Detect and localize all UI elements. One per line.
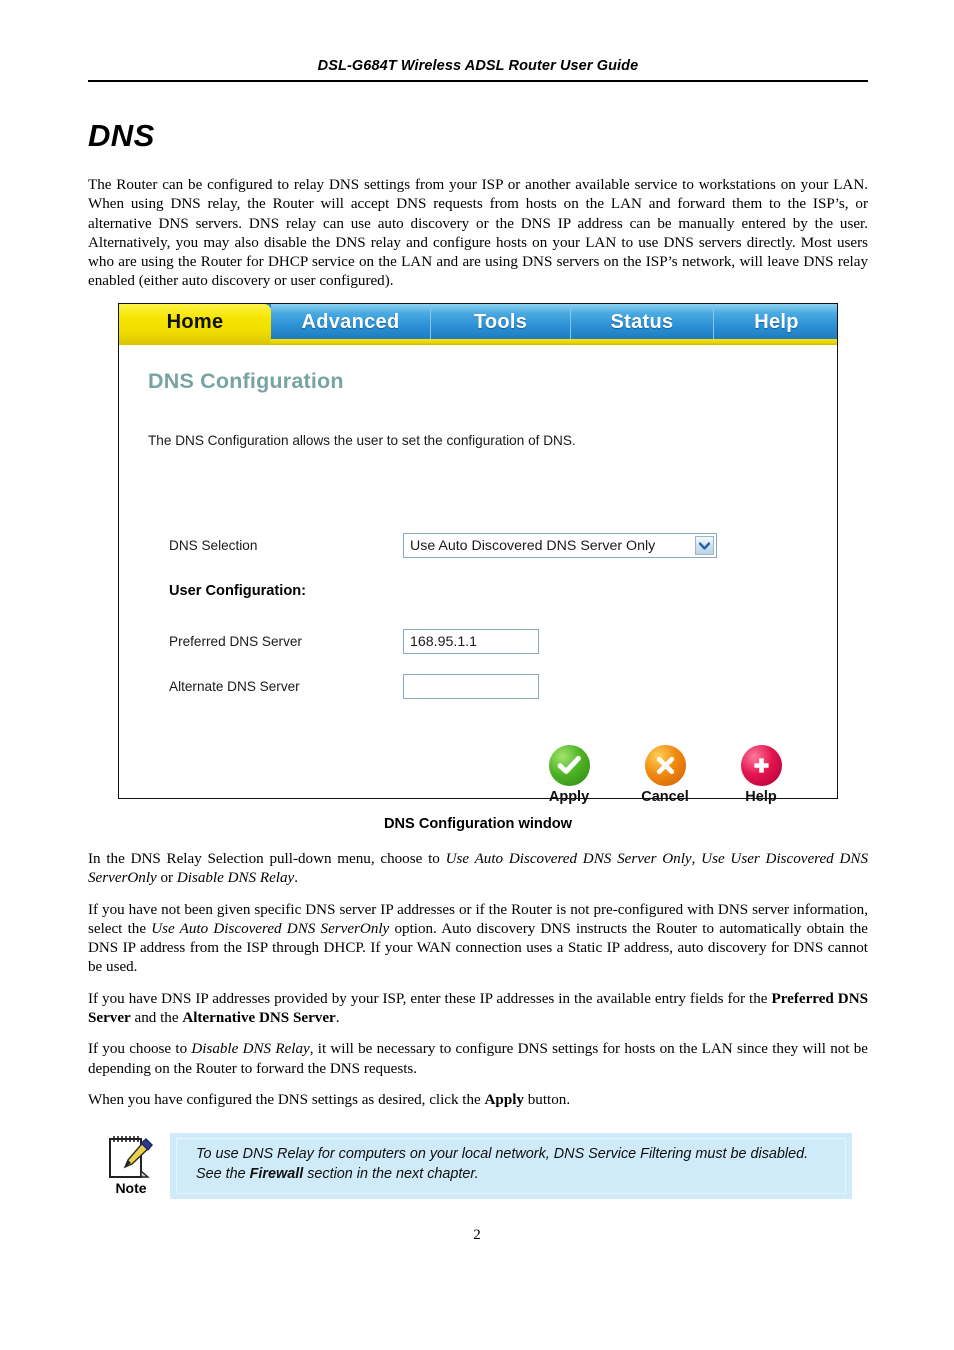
x-circle-icon bbox=[644, 745, 686, 786]
figure-caption: DNS Configuration window bbox=[383, 816, 573, 832]
p5-text-a: If you choose to bbox=[88, 1041, 192, 1058]
p6-bold: Apply bbox=[484, 1091, 524, 1108]
note-text: To use DNS Relay for computers on your l… bbox=[196, 1144, 834, 1184]
note-box: To use DNS Relay for computers on your l… bbox=[170, 1133, 852, 1199]
user-configuration-label: User Configuration: bbox=[169, 583, 307, 599]
tab-status-label: Status bbox=[610, 310, 674, 333]
p4-text-c: . bbox=[335, 1010, 340, 1027]
dns-selection-value: Use Auto Discovered DNS Server Only bbox=[410, 537, 656, 554]
tab-home-label: Home bbox=[166, 311, 224, 333]
p2-text-d: . bbox=[294, 870, 299, 887]
alternate-dns-row: Alternate DNS Server bbox=[169, 674, 539, 699]
p2-option-3: Disable DNS Relay bbox=[176, 870, 295, 887]
p3-option: Use Auto Discovered DNS ServerOnly bbox=[151, 920, 390, 937]
note-text-c: section in the next chapter. bbox=[303, 1166, 479, 1182]
note-callout: Note To use DNS Relay for computers on y… bbox=[100, 1133, 852, 1203]
tab-advanced-label: Advanced bbox=[301, 310, 400, 333]
help-button-label: Help bbox=[745, 789, 777, 805]
tab-help[interactable]: Help bbox=[714, 304, 837, 345]
preferred-dns-input[interactable]: 168.95.1.1 bbox=[403, 629, 539, 654]
p2-option-1: Use Auto Discovered DNS Server Only bbox=[445, 851, 692, 867]
apply-button-label: Apply bbox=[548, 789, 590, 805]
dns-selection-select[interactable]: Use Auto Discovered DNS Server Only bbox=[403, 533, 717, 558]
alternate-dns-label: Alternate DNS Server bbox=[169, 679, 300, 694]
intro-paragraph: The Router can be configured to relay DN… bbox=[88, 177, 868, 290]
p6-text-c: button. bbox=[523, 1091, 571, 1108]
dns-selection-label: DNS Selection bbox=[169, 538, 258, 553]
help-button[interactable]: Help bbox=[727, 745, 795, 805]
note-icon-label: Note bbox=[115, 1180, 147, 1196]
p2-text-b: , bbox=[691, 851, 702, 867]
cancel-button[interactable]: Cancel bbox=[631, 745, 699, 805]
dns-configuration-description: The DNS Configuration allows the user to… bbox=[148, 433, 576, 448]
p4-text-a: If you have DNS IP addresses provided by… bbox=[88, 990, 772, 1007]
apply-button[interactable]: Apply bbox=[535, 745, 603, 805]
dns-configuration-heading: DNS Configuration bbox=[148, 369, 344, 393]
dns-selection-row: DNS Selection Use Auto Discovered DNS Se… bbox=[169, 533, 717, 558]
router-navbar: Home Advanced Tools Status Help bbox=[119, 304, 837, 345]
paragraph-disable-relay: If you choose to Disable DNS Relay, it w… bbox=[88, 1040, 868, 1079]
alternate-dns-input[interactable] bbox=[403, 674, 539, 699]
p5-option: Disable DNS Relay bbox=[191, 1041, 310, 1058]
tab-tools-label: Tools bbox=[473, 310, 528, 333]
p2-text-c: or bbox=[156, 870, 177, 887]
paragraph-auto-discovery: If you have not been given specific DNS … bbox=[88, 901, 868, 978]
header-divider bbox=[88, 80, 868, 82]
note-text-bold: Firewall bbox=[249, 1166, 304, 1182]
page-title: DNS bbox=[88, 118, 155, 153]
paragraph-isp-addresses: If you have DNS IP addresses provided by… bbox=[88, 990, 868, 1029]
tab-home[interactable]: Home bbox=[119, 304, 271, 345]
running-header-text: DSL-G684T Wireless ADSL Router User Guid… bbox=[317, 58, 639, 74]
preferred-dns-label: Preferred DNS Server bbox=[169, 634, 302, 649]
check-circle-icon bbox=[548, 745, 590, 786]
chevron-down-icon[interactable] bbox=[695, 536, 714, 555]
paragraph-relay-selection: In the DNS Relay Selection pull-down men… bbox=[88, 850, 868, 889]
paragraph-apply: When you have configured the DNS setting… bbox=[88, 1091, 868, 1110]
body-copy: In the DNS Relay Selection pull-down men… bbox=[88, 850, 868, 1122]
tab-status[interactable]: Status bbox=[571, 304, 714, 345]
tab-tools[interactable]: Tools bbox=[431, 304, 571, 345]
running-header: DSL-G684T Wireless ADSL Router User Guid… bbox=[88, 58, 868, 74]
plus-circle-icon bbox=[740, 745, 782, 786]
p2-text-a: In the DNS Relay Selection pull-down men… bbox=[88, 851, 446, 867]
cancel-button-label: Cancel bbox=[641, 789, 689, 805]
page-number: 2 bbox=[473, 1227, 481, 1243]
router-action-buttons: Apply Cancel Help bbox=[535, 745, 795, 805]
p4-bold-2: Alternative DNS Server bbox=[182, 1010, 336, 1027]
note-icon-group: Note bbox=[100, 1133, 162, 1196]
notepad-pencil-icon bbox=[108, 1133, 154, 1181]
router-panel-body: DNS Configuration The DNS Configuration … bbox=[119, 345, 837, 805]
tab-advanced[interactable]: Advanced bbox=[271, 304, 431, 345]
preferred-dns-row: Preferred DNS Server 168.95.1.1 bbox=[169, 629, 539, 654]
p6-text-a: When you have configured the DNS setting… bbox=[88, 1091, 485, 1108]
p4-text-b: and the bbox=[130, 1010, 183, 1027]
preferred-dns-value: 168.95.1.1 bbox=[410, 633, 478, 650]
router-ui-screenshot: Home Advanced Tools Status Help DNS Conf… bbox=[118, 303, 838, 805]
tab-help-label: Help bbox=[754, 310, 799, 333]
